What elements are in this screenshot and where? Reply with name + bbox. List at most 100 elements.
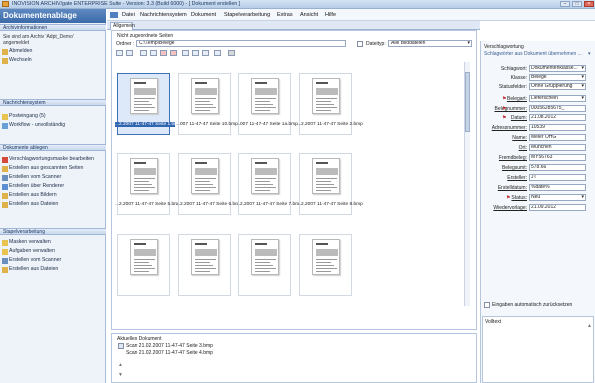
- apply-keywords-link[interactable]: Schlagwörter aus Dokument übernehmen ...: [484, 51, 582, 57]
- thumbnail-scrollbar[interactable]: [464, 62, 470, 306]
- field-input[interactable]: JT: [529, 174, 586, 181]
- page-icon[interactable]: [140, 50, 147, 56]
- field-input[interactable]: 10539: [529, 124, 586, 131]
- filetype-select[interactable]: Alle Bilddateien: [388, 40, 472, 47]
- up-arrow-icon[interactable]: ▲: [118, 362, 123, 368]
- erstellen-renderer-link[interactable]: Erstellen über Renderer: [9, 183, 64, 191]
- thumbnail-item[interactable]: [238, 234, 291, 296]
- folder-label: Ordner :: [116, 41, 135, 47]
- tab-allgemein[interactable]: Allgemein: [110, 22, 135, 30]
- thumbnail-item[interactable]: ...2.2007 11-47-47 Seite 6.bmp: [176, 153, 242, 215]
- field-label: Belegsumt:: [501, 165, 527, 171]
- erstellen-gescannt-link[interactable]: Erstellen aus gescannten Seiten: [9, 165, 83, 173]
- section-nachrichtensystem[interactable]: Nachrichtensystem: [0, 99, 106, 106]
- masken-verwalten-link[interactable]: Masken verwalten: [9, 239, 51, 247]
- menu-hilfe[interactable]: Hilfe: [325, 12, 336, 18]
- scrollbar-thumb[interactable]: [465, 72, 470, 132]
- erstellen-scanner-link[interactable]: Erstellen vom Scanner: [9, 174, 61, 182]
- menu-datei[interactable]: Datei: [122, 12, 135, 18]
- thumbnail-item[interactable]: ...2.2007 11-47-47 Seite 1.bmp: [115, 73, 181, 135]
- thumbnail-item[interactable]: [299, 234, 352, 296]
- field-label: Ersteller:: [507, 175, 527, 181]
- fulltext-label: Volltext: [485, 319, 502, 325]
- wechseln-link[interactable]: Wechseln: [9, 57, 32, 65]
- view-large-icon[interactable]: [202, 50, 209, 56]
- view-medium-icon[interactable]: [192, 50, 199, 56]
- field-select[interactable]: Dokumentenklasse...: [529, 65, 586, 72]
- menu-extras[interactable]: Extras: [277, 12, 293, 18]
- chevron-down-icon[interactable]: ▾: [588, 51, 591, 57]
- field-label: Status:: [511, 195, 527, 201]
- verschlagwortungsmaske-link[interactable]: Verschlagwortungsmaske bearbeiten: [9, 156, 94, 164]
- field-input[interactable]: 21.09.2012: [529, 204, 586, 211]
- thumbnail-item[interactable]: [178, 234, 231, 296]
- field-label: Ort:: [518, 145, 527, 151]
- field-input[interactable]: %date%: [529, 184, 586, 191]
- delete-icon[interactable]: [160, 50, 167, 56]
- required-flag-icon: ⚑: [502, 115, 507, 121]
- rotate-icon[interactable]: [150, 50, 157, 56]
- switch-icon: [2, 58, 8, 64]
- erstellen-dateien-link[interactable]: Erstellen aus Dateien: [9, 201, 58, 209]
- field-select[interactable]: Lieferschein: [529, 95, 586, 102]
- stapel-scanner-link[interactable]: Erstellen vom Scanner: [9, 257, 61, 265]
- menu-dokument[interactable]: Dokument: [191, 12, 216, 18]
- auto-reset-label: Eingaben automatisch zurücksetzen: [492, 302, 573, 308]
- field-label: Statusfelder:: [498, 84, 527, 90]
- thumbnail-item[interactable]: ...2.2007 11-47-47 Seite 7.bmp: [236, 153, 302, 215]
- posteingang-link[interactable]: Posteingang (5): [9, 113, 46, 121]
- view-small-icon[interactable]: [182, 50, 189, 56]
- refresh-icon[interactable]: [116, 50, 123, 56]
- down-arrow-icon[interactable]: ▼: [118, 372, 123, 378]
- folder-input[interactable]: C:\Temp\Belege: [136, 40, 346, 47]
- thumbnail-item[interactable]: ...007 11-47-47 Seite 10.bmp: [176, 73, 238, 135]
- tab-bar: Allgemein: [107, 21, 480, 30]
- menu-nachrichtensystem[interactable]: Nachrichtensystem: [140, 12, 187, 18]
- section-stapelverarbeitung[interactable]: Stapelverarbeitung: [0, 228, 106, 235]
- close-button[interactable]: ×: [584, 1, 594, 7]
- thumbnail-item[interactable]: ...2.2007 11-47-47 Seite 5.bmp: [115, 153, 181, 215]
- remove-icon[interactable]: [170, 50, 177, 56]
- up-arrow-icon[interactable]: ▲: [587, 323, 592, 329]
- fit-icon[interactable]: [214, 50, 221, 56]
- aufgaben-verwalten-link[interactable]: Aufgaben verwalten: [9, 248, 55, 256]
- field-input[interactable]: MY56763: [529, 154, 586, 161]
- page-thumbnail-image: [191, 78, 219, 114]
- auto-reset-checkbox[interactable]: [484, 302, 490, 308]
- stapel-dateien-link[interactable]: Erstellen aus Dateien: [9, 266, 58, 274]
- field-input[interactable]: 21.08.2012: [529, 114, 586, 121]
- current-item[interactable]: Scan 21.02.2007 11-47-47 Seite 3.bmp: [126, 343, 213, 349]
- field-select[interactable]: Belege: [529, 74, 586, 81]
- page-thumbnail-image: [312, 239, 340, 275]
- thumbnail-caption: ...007 11-47-47 Seite 10.bmp: [176, 122, 238, 127]
- minimize-button[interactable]: –: [560, 1, 570, 7]
- thumbnail-item[interactable]: ...2.2007 11-47-47 Seite 2.bmp: [297, 73, 363, 135]
- app-menu-icon[interactable]: [110, 12, 118, 18]
- field-select[interactable]: Ohne Gruppierung: [529, 83, 586, 90]
- section-dokumente-ablegen[interactable]: Dokumente ablegen: [0, 144, 106, 151]
- maximize-button[interactable]: □: [572, 1, 582, 7]
- abmelden-link[interactable]: Abmelden: [9, 48, 32, 56]
- field-label: Name:: [512, 135, 527, 141]
- preview-icon[interactable]: [228, 50, 235, 56]
- scan-icon[interactable]: [126, 50, 133, 56]
- field-input[interactable]: Meier OHG: [529, 134, 586, 141]
- section-archivinformationen[interactable]: Archivinformationen: [0, 24, 106, 31]
- menu-stapelverarbeitung[interactable]: Stapelverarbeitung: [224, 12, 270, 18]
- thumbnail-item[interactable]: [117, 234, 170, 296]
- workflow-link[interactable]: Workflow - unvollständig: [9, 122, 65, 130]
- field-input[interactable]: München: [529, 144, 586, 151]
- erstellen-bilder-link[interactable]: Erstellen aus Bildern: [9, 192, 57, 200]
- fulltext-box[interactable]: Volltext ▲: [482, 316, 594, 383]
- thumbnail-item[interactable]: ...2.2007 11-47-47 Seite 8.bmp: [297, 153, 363, 215]
- menu-ansicht[interactable]: Ansicht: [300, 12, 318, 18]
- current-document-label: Aktuelles Dokument: [117, 336, 162, 342]
- field-input[interactable]: 578.66: [529, 164, 586, 171]
- scanner-icon: [2, 258, 8, 264]
- field-input[interactable]: 00056285675_: [529, 105, 586, 112]
- filetype-checkbox[interactable]: [357, 41, 363, 47]
- field-select[interactable]: Neu: [529, 194, 586, 201]
- thumbnail-item[interactable]: ...007 11-47-47 Seite 1a.bmp: [236, 73, 298, 135]
- page-thumbnail-image: [251, 158, 279, 194]
- current-item[interactable]: Scan 21.02.2007 11-47-47 Seite 4.bmp: [126, 350, 213, 356]
